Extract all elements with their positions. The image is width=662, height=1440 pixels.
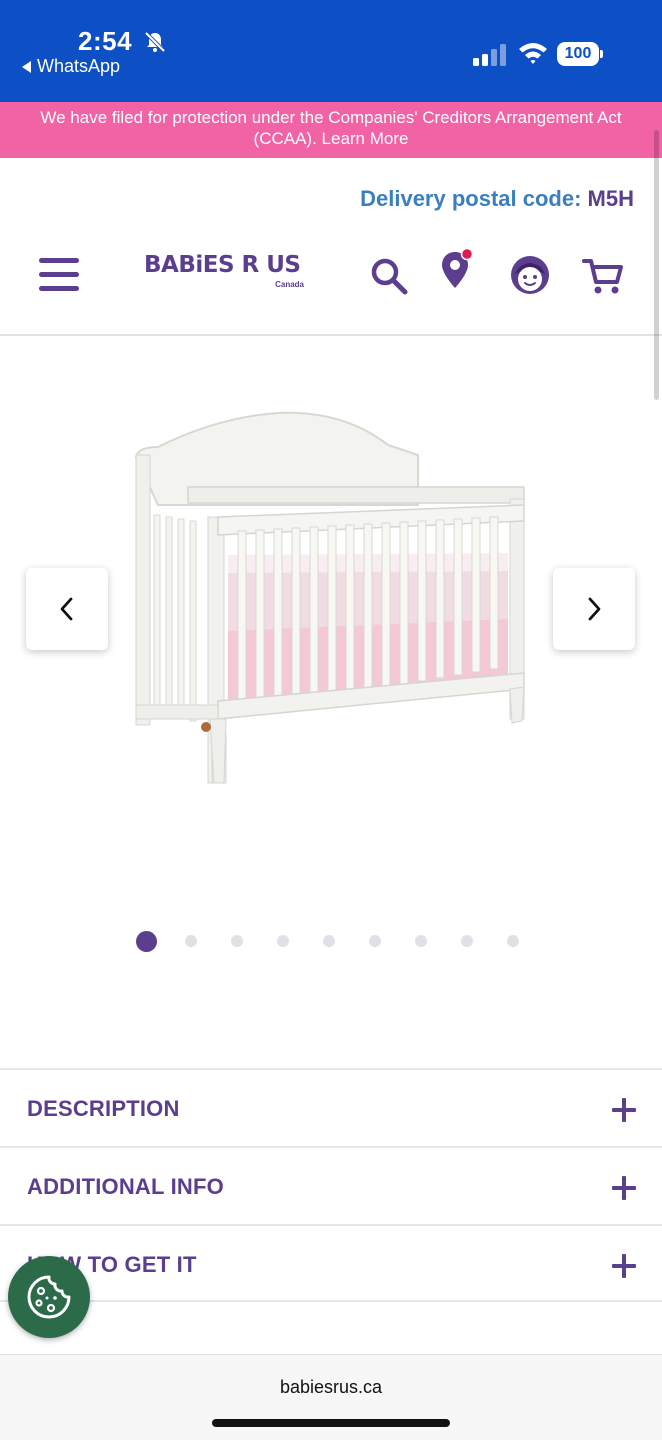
gallery-pagination [136, 930, 553, 952]
accordion-label: DESCRIPTION [27, 1096, 180, 1121]
chevron-right-icon [588, 597, 601, 621]
gallery-dot[interactable] [323, 935, 335, 947]
logo-subtitle: Canada [275, 280, 304, 289]
product-image-crib[interactable] [128, 405, 534, 789]
back-arrow-icon [22, 60, 31, 73]
plus-icon[interactable] [612, 1176, 636, 1200]
delivery-label: Delivery postal code: [360, 186, 582, 211]
battery-level: 100 [557, 42, 599, 66]
back-app-label: WhatsApp [37, 56, 121, 76]
home-indicator [212, 1419, 450, 1427]
accordion-label: ADDITIONAL INFO [27, 1174, 224, 1199]
gallery-dot[interactable] [461, 935, 473, 947]
ccaa-notice-banner[interactable]: We have filed for protection under the C… [0, 102, 662, 158]
gallery-next-button[interactable] [553, 568, 635, 650]
search-icon[interactable] [369, 256, 409, 296]
accordion-description[interactable]: DESCRIPTION [0, 1068, 662, 1146]
battery-indicator: 100 [557, 42, 603, 66]
cookie-settings-button[interactable] [8, 1256, 90, 1338]
page-scrollbar[interactable] [654, 130, 659, 400]
url-text[interactable]: babiesrus.ca [0, 1377, 662, 1398]
gallery-dot[interactable] [185, 935, 197, 947]
gallery-prev-button[interactable] [26, 568, 108, 650]
back-to-app-link[interactable]: WhatsApp [22, 56, 120, 77]
battery-tip [600, 50, 603, 58]
chevron-left-icon [60, 597, 73, 621]
gallery-dot[interactable] [277, 935, 289, 947]
browser-url-bar[interactable]: babiesrus.ca [0, 1354, 662, 1440]
account-face-icon[interactable] [509, 254, 551, 296]
wifi-icon [519, 43, 547, 64]
postal-code-value: M5H [587, 186, 634, 211]
logo-text: BABiES R US [144, 252, 301, 278]
babiesrus-logo[interactable]: BABiES R US Canada [144, 252, 306, 294]
header-divider [0, 334, 662, 336]
gallery-dot[interactable] [507, 935, 519, 947]
accordion-additional-info[interactable]: ADDITIONAL INFO [0, 1146, 662, 1224]
gallery-dot[interactable] [415, 935, 427, 947]
menu-icon[interactable] [39, 258, 79, 292]
bell-slash-icon [144, 31, 166, 53]
plus-icon[interactable] [612, 1254, 636, 1278]
delivery-postal-code[interactable]: Delivery postal code: M5H [360, 186, 634, 212]
accordion-bottom-divider [0, 1300, 662, 1302]
cellular-signal-icon [473, 44, 506, 66]
accordion-how-to-get-it[interactable]: HOW TO GET IT [0, 1224, 662, 1302]
status-time: 2:54 [78, 26, 133, 56]
gallery-dot[interactable] [136, 930, 157, 952]
status-bar: 2:54 WhatsApp 100 [0, 0, 662, 102]
gallery-dot[interactable] [369, 935, 381, 947]
plus-icon[interactable] [612, 1098, 636, 1122]
cookie-icon [27, 1275, 71, 1319]
location-pin-icon[interactable] [440, 248, 474, 290]
cart-icon[interactable] [582, 256, 624, 296]
gallery-dot[interactable] [231, 935, 243, 947]
